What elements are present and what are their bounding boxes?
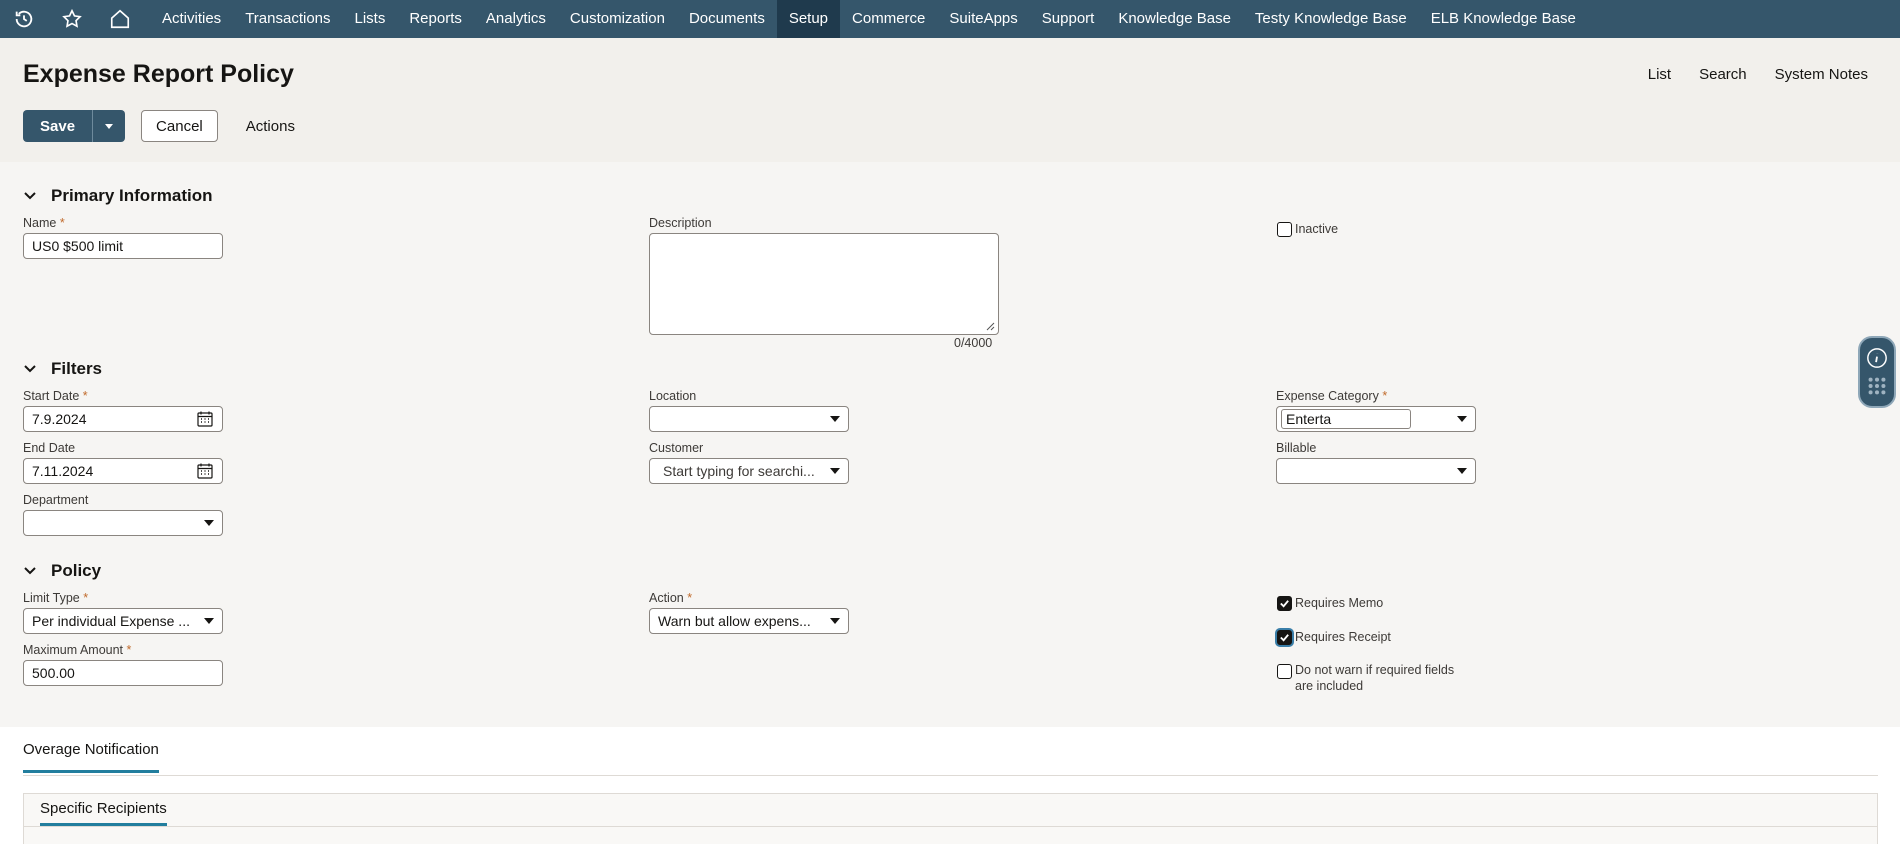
tab-specific-recipients[interactable]: Specific Recipients <box>40 800 167 826</box>
customer-label: Customer <box>649 441 704 455</box>
end-date-label: End Date <box>23 441 76 455</box>
header-links: List Search System Notes <box>1648 66 1868 83</box>
side-help-widget <box>1858 336 1896 408</box>
name-label: Name * <box>23 216 65 230</box>
description-label: Description <box>649 216 712 230</box>
nav-item-commerce[interactable]: Commerce <box>840 0 937 38</box>
section-title: Primary Information <box>51 186 213 205</box>
nav-item-support[interactable]: Support <box>1030 0 1107 38</box>
subtab-panel: Specific Recipients <box>23 793 1878 844</box>
nav-item-activities[interactable]: Activities <box>150 0 233 38</box>
list-link[interactable]: List <box>1648 66 1671 83</box>
nav-item-customization[interactable]: Customization <box>558 0 677 38</box>
billable-label: Billable <box>1276 441 1317 455</box>
expense-category-label: Expense Category * <box>1276 389 1388 403</box>
history-icon[interactable] <box>0 0 48 38</box>
department-select[interactable] <box>23 510 223 536</box>
caret-down-icon <box>1457 416 1467 422</box>
page-title: Expense Report Policy <box>23 60 294 88</box>
button-row: Save Cancel Actions <box>23 110 295 142</box>
search-link[interactable]: Search <box>1699 66 1747 83</box>
description-counter: 0/4000 <box>954 336 993 350</box>
end-date-field[interactable]: 7.11.2024 <box>23 458 223 484</box>
page-header: Expense Report Policy List Search System… <box>0 38 1900 162</box>
no-warn-label: Do not warn if required fields are inclu… <box>1295 663 1455 693</box>
inactive-checkbox-row[interactable]: Inactive <box>1277 222 1338 237</box>
home-icon[interactable] <box>96 0 144 38</box>
billable-select[interactable] <box>1276 458 1476 484</box>
checkmark-icon <box>1280 634 1289 642</box>
star-icon[interactable] <box>48 0 96 38</box>
action-select[interactable]: Warn but allow expens... <box>649 608 849 634</box>
start-date-field[interactable]: 7.9.2024 <box>23 406 223 432</box>
expense-category-select[interactable]: Enterta <box>1276 406 1476 432</box>
section-filters[interactable]: Filters <box>23 359 102 379</box>
top-navigation: Activities Transactions Lists Reports An… <box>0 0 1900 38</box>
location-select[interactable] <box>649 406 849 432</box>
limit-type-label: Limit Type * <box>23 591 89 605</box>
location-label: Location <box>649 389 697 403</box>
chevron-down-icon <box>24 192 36 200</box>
requires-memo-checkbox[interactable] <box>1277 596 1292 611</box>
name-field[interactable]: US0 $500 limit <box>23 233 223 259</box>
calendar-icon[interactable] <box>196 410 214 428</box>
resize-handle-icon[interactable] <box>985 321 995 331</box>
no-warn-row[interactable]: Do not warn if required fields are inclu… <box>1277 662 1454 694</box>
caret-down-icon <box>830 416 840 422</box>
department-label: Department <box>23 493 89 507</box>
inactive-label: Inactive <box>1295 222 1339 236</box>
actions-menu[interactable]: Actions <box>246 118 295 135</box>
system-notes-link[interactable]: System Notes <box>1775 66 1868 83</box>
nav-item-analytics[interactable]: Analytics <box>474 0 558 38</box>
save-options-button[interactable] <box>92 110 126 142</box>
maximum-amount-label: Maximum Amount * <box>23 643 132 657</box>
caret-down-icon <box>1457 468 1467 474</box>
grid-menu-icon[interactable] <box>1866 375 1888 397</box>
limit-type-select[interactable]: Per individual Expense ... <box>23 608 223 634</box>
section-title: Policy <box>51 561 102 580</box>
nav-item-knowledge-base[interactable]: Knowledge Base <box>1106 0 1243 38</box>
requires-memo-label: Requires Memo <box>1295 596 1384 610</box>
tab-overage-notification[interactable]: Overage Notification <box>23 741 159 773</box>
section-primary-information[interactable]: Primary Information <box>23 186 213 206</box>
tab-divider <box>23 775 1878 776</box>
customer-select[interactable]: Start typing for searchi... <box>649 458 849 484</box>
maximum-amount-field[interactable]: 500.00 <box>23 660 223 686</box>
nav-menu: Activities Transactions Lists Reports An… <box>150 0 1588 38</box>
nav-item-transactions[interactable]: Transactions <box>233 0 342 38</box>
chevron-down-icon <box>24 365 36 373</box>
nav-item-setup[interactable]: Setup <box>776 0 841 38</box>
requires-receipt-checkbox[interactable] <box>1277 630 1292 645</box>
description-textarea[interactable] <box>649 233 999 335</box>
section-policy[interactable]: Policy <box>23 561 101 581</box>
subtab-divider <box>24 826 1877 827</box>
checkmark-icon <box>1280 600 1289 608</box>
nav-item-documents[interactable]: Documents <box>677 0 777 38</box>
save-button[interactable]: Save <box>23 110 93 142</box>
action-label: Action * <box>649 591 693 605</box>
caret-down-icon <box>830 468 840 474</box>
caret-down-icon <box>830 618 840 624</box>
start-date-label: Start Date * <box>23 389 88 403</box>
nav-item-suiteapps[interactable]: SuiteApps <box>937 0 1029 38</box>
cancel-button[interactable]: Cancel <box>141 110 218 142</box>
requires-receipt-label: Requires Receipt <box>1295 630 1391 644</box>
requires-memo-row[interactable]: Requires Memo <box>1277 596 1383 611</box>
nav-item-elb-knowledge-base[interactable]: ELB Knowledge Base <box>1419 0 1588 38</box>
nav-item-reports[interactable]: Reports <box>397 0 474 38</box>
requires-receipt-row[interactable]: Requires Receipt <box>1277 630 1391 645</box>
caret-down-icon <box>204 618 214 624</box>
subtabs-area: Overage Notification Specific Recipients <box>0 727 1900 844</box>
no-warn-checkbox[interactable] <box>1277 664 1292 679</box>
nav-item-lists[interactable]: Lists <box>343 0 398 38</box>
caret-down-icon <box>204 520 214 526</box>
calendar-icon[interactable] <box>196 462 214 480</box>
section-title: Filters <box>51 359 103 378</box>
info-icon[interactable] <box>1866 347 1888 369</box>
chevron-down-icon <box>24 567 36 575</box>
nav-item-testy-knowledge-base[interactable]: Testy Knowledge Base <box>1243 0 1419 38</box>
caret-down-icon <box>105 123 114 129</box>
inactive-checkbox[interactable] <box>1277 222 1292 237</box>
